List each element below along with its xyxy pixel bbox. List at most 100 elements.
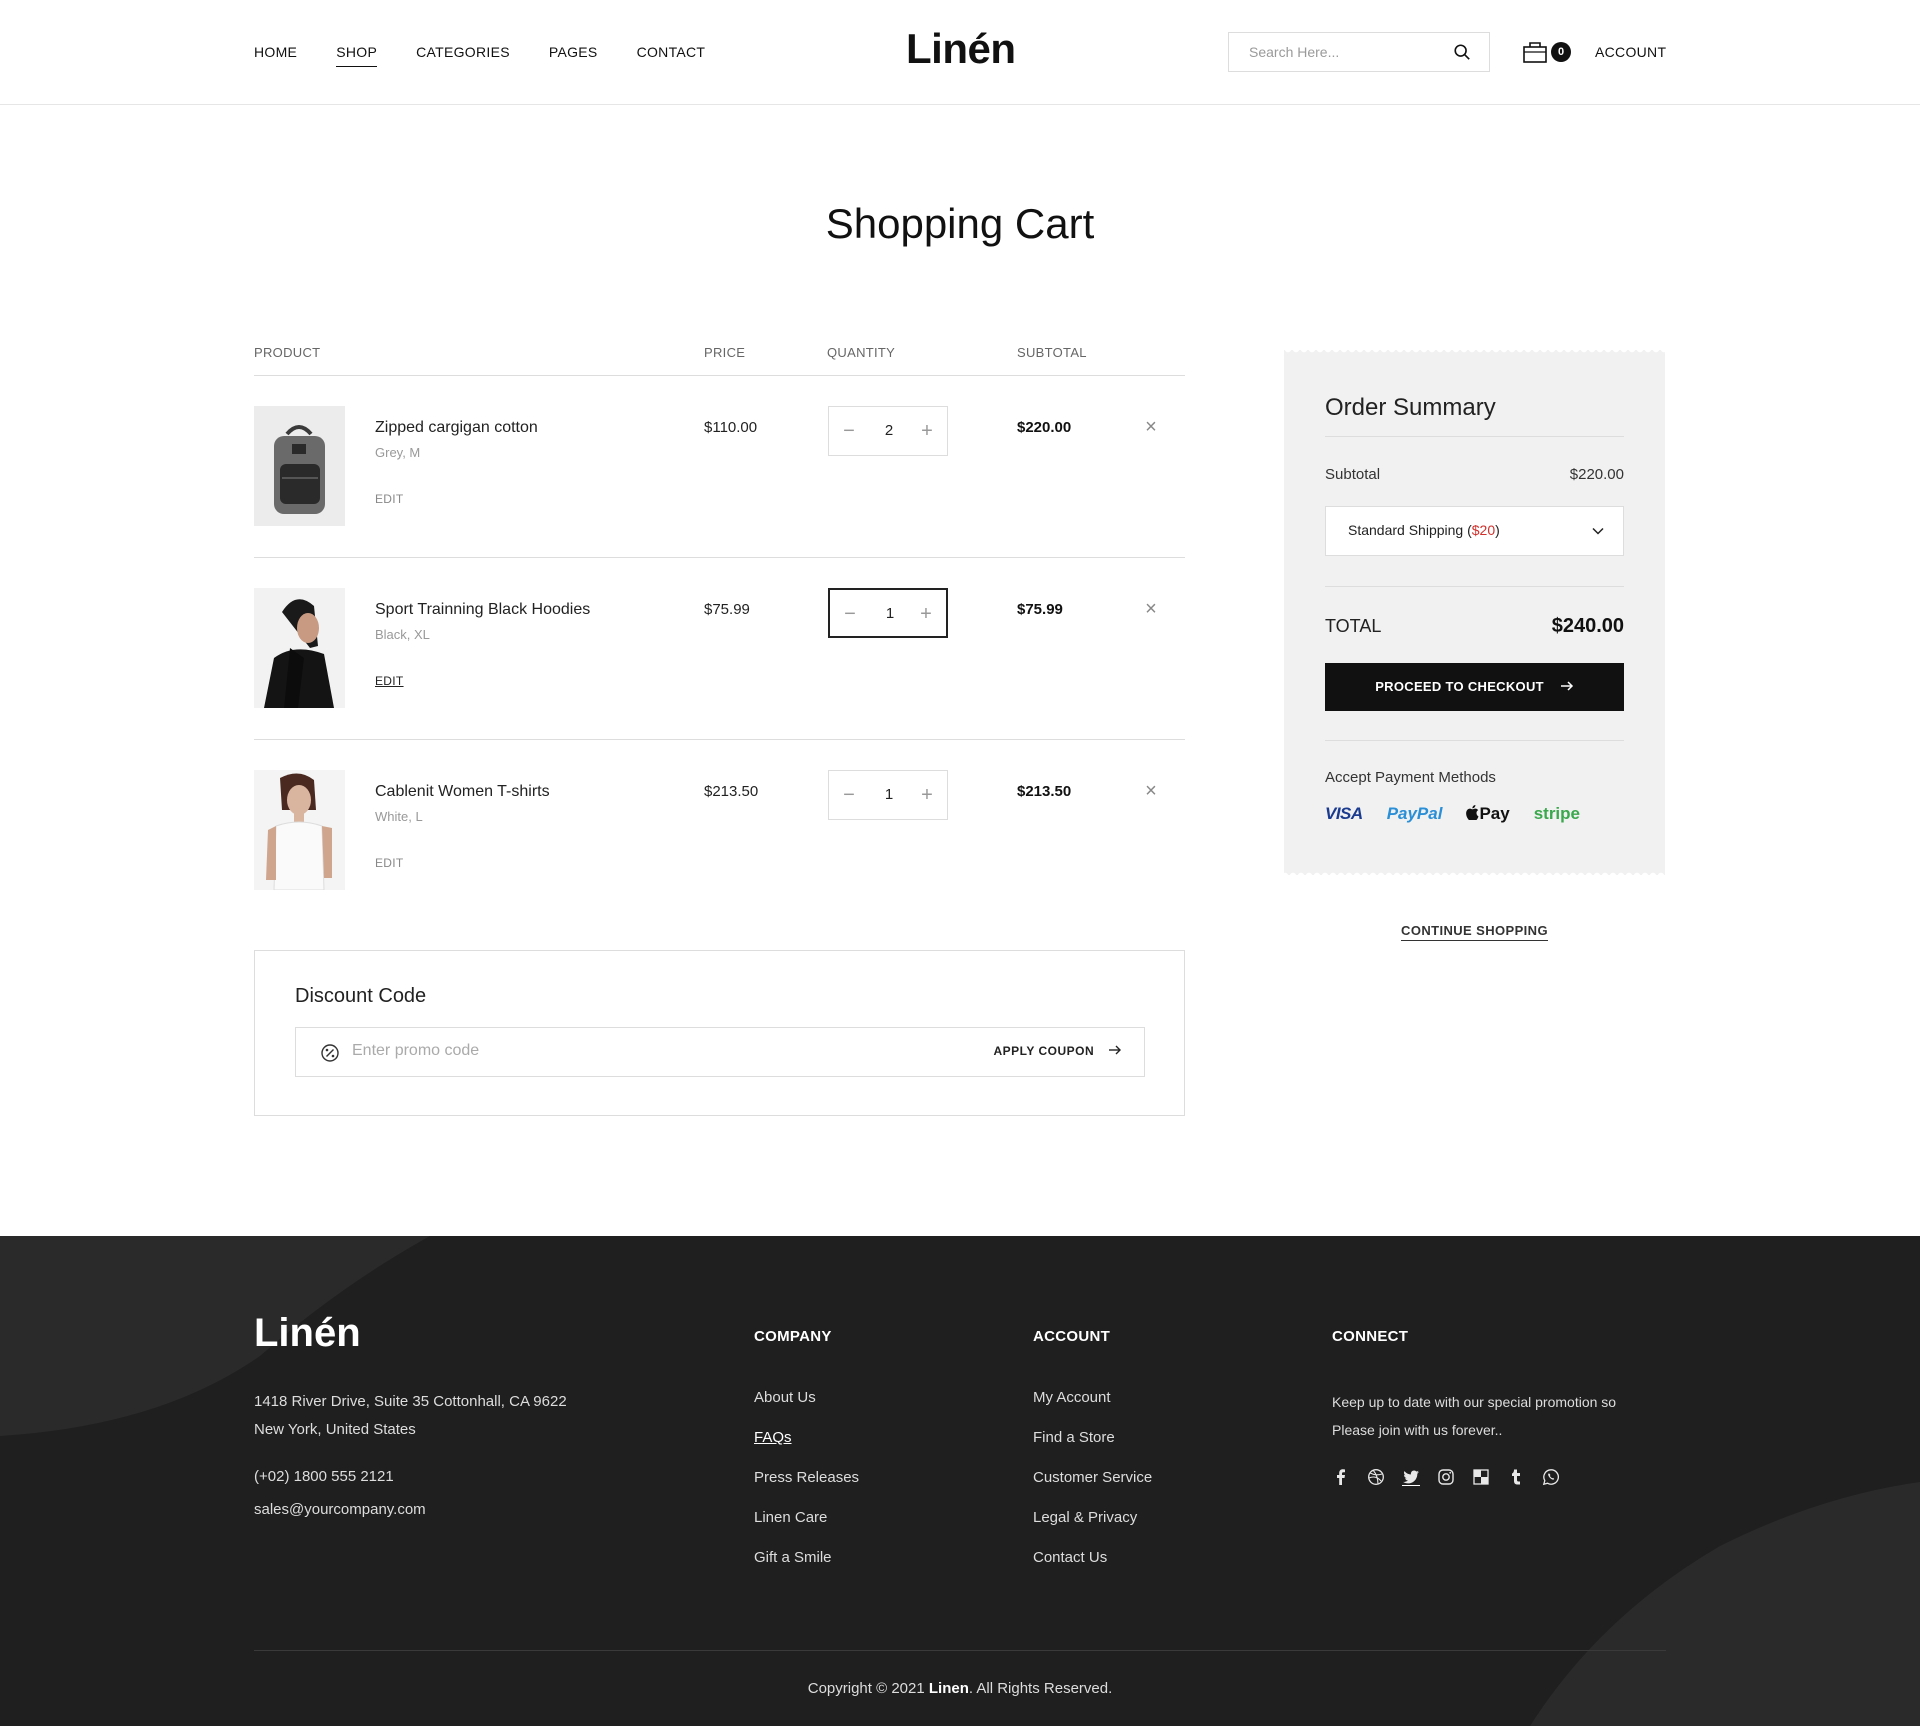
cart-row: Cablenit Women T-shirts White, L EDIT $2… [254,740,1185,922]
footer-copyright: Copyright © 2021 Linen. All Rights Reser… [807,1680,1113,1697]
footer-divider [254,1650,1666,1651]
subtotal-label: Subtotal [1325,466,1381,483]
tumblr-icon[interactable] [1507,1468,1525,1486]
increase-button[interactable]: + [916,603,936,625]
dribbble-icon[interactable] [1367,1468,1385,1486]
nav-contact[interactable]: CONTACT [637,44,706,67]
whatsapp-icon[interactable] [1542,1468,1560,1486]
quantity-stepper: − 2 + [828,406,948,456]
cart-count-badge: 0 [1551,42,1571,62]
footer-email[interactable]: sales@yourcompany.com [254,1501,426,1518]
percent-badge-icon [321,1044,339,1062]
cart-table-header: PRODUCT PRICE QUANTITY SUBTOTAL [254,345,1185,376]
footer-link[interactable]: Contact Us [1033,1549,1152,1589]
chevron-down-icon [1592,527,1604,535]
site-logo[interactable]: Linén [906,25,1016,73]
footer-account-title: ACCOUNT [1033,1328,1111,1345]
product-name[interactable]: Sport Trainning Black Hoodies [375,601,590,619]
search-icon[interactable] [1453,43,1471,61]
cart-row: Zipped cargigan cotton Grey, M EDIT $110… [254,376,1185,558]
facebook-icon[interactable] [1332,1468,1350,1486]
promo-field: APPLY COUPON [295,1027,1145,1077]
quantity-stepper: − 1 + [828,770,948,820]
decrease-button[interactable]: − [839,420,859,442]
footer-connect-text: Keep up to date with our special promoti… [1332,1394,1617,1438]
site-footer: Linén 1418 River Drive, Suite 35 Cottonh… [0,1236,1920,1726]
footer-link[interactable]: My Account [1033,1389,1152,1429]
shipping-price: $20 [1471,522,1496,538]
nav-shop[interactable]: SHOP [336,44,378,67]
twitter-icon[interactable] [1402,1468,1420,1486]
nav-home[interactable]: HOME [254,44,297,67]
footer-link[interactable]: Find a Store [1033,1429,1152,1469]
product-name[interactable]: Cablenit Women T-shirts [375,783,550,801]
footer-company-title: COMPANY [754,1328,832,1345]
proceed-to-checkout-button[interactable]: PROCEED TO CHECKOUT [1325,663,1624,711]
product-variant: Black, XL [375,627,430,642]
apply-coupon-button[interactable]: APPLY COUPON [993,1044,1122,1058]
squares-icon[interactable] [1472,1468,1490,1486]
search-box [1228,32,1490,72]
quantity-value[interactable]: 1 [870,605,910,622]
quantity-stepper: − 1 + [828,588,948,638]
page-title: Shopping Cart [825,200,1095,247]
edit-link[interactable]: EDIT [375,492,404,506]
remove-item-button[interactable]: × [1141,780,1161,803]
footer-company-column: COMPANY About Us FAQs Press Releases Lin… [754,1328,859,1589]
nav-pages[interactable]: PAGES [549,44,598,67]
footer-logo[interactable]: Linén [254,1311,361,1356]
footer-link[interactable]: Customer Service [1033,1469,1152,1509]
total-label: TOTAL [1325,616,1382,636]
edit-link[interactable]: EDIT [375,674,404,688]
footer-link[interactable]: FAQs [754,1429,859,1469]
apple-pay-label: Pay [1479,804,1510,823]
continue-shopping-link[interactable]: CONTINUE SHOPPING [1401,923,1548,941]
remove-item-button[interactable]: × [1141,598,1161,621]
product-image-backpack[interactable] [254,406,345,526]
increase-button[interactable]: + [917,784,937,806]
product-image-tshirt[interactable] [254,770,345,890]
payment-logos: VISA PayPal Pay stripe [1325,804,1580,824]
shipping-option: Standard Shipping ($20) [1348,522,1500,538]
product-subtotal: $75.99 [1017,601,1063,618]
increase-button[interactable]: + [917,420,937,442]
promo-code-input[interactable] [352,1042,852,1060]
checkout-label: PROCEED TO CHECKOUT [1375,679,1544,694]
product-name[interactable]: Zipped cargigan cotton [375,419,538,437]
summary-title: Order Summary [1325,394,1496,421]
product-image-hoodie[interactable] [254,588,345,708]
footer-link[interactable]: Press Releases [754,1469,859,1509]
search-input[interactable] [1249,44,1449,60]
remove-item-button[interactable]: × [1141,416,1161,439]
arrow-right-icon [1560,681,1573,691]
paypal-logo: PayPal [1386,804,1443,823]
footer-link[interactable]: Legal & Privacy [1033,1509,1152,1549]
total-value: $240.00 [1551,615,1624,637]
shipping-label: Standard Shipping ( [1348,522,1472,538]
nav-categories[interactable]: CATEGORIES [416,44,510,67]
discount-title: Discount Code [295,985,427,1007]
product-price: $75.99 [704,601,750,618]
shipping-select[interactable]: Standard Shipping ($20) [1325,506,1624,556]
decrease-button[interactable]: − [840,603,860,625]
shipping-close: ) [1495,522,1500,538]
quantity-value[interactable]: 1 [869,786,909,803]
account-link[interactable]: ACCOUNT [1595,44,1666,60]
footer-phone[interactable]: (+02) 1800 555 2121 [254,1468,394,1485]
shopping-bag-icon[interactable] [1522,40,1548,64]
footer-link[interactable]: About Us [754,1389,859,1429]
edit-link[interactable]: EDIT [375,856,404,870]
apple-pay-logo: Pay [1466,804,1510,824]
footer-link[interactable]: Linen Care [754,1509,859,1549]
footer-link[interactable]: Gift a Smile [754,1549,859,1589]
subtotal-value: $220.00 [1569,466,1624,483]
footer-account-column: ACCOUNT My Account Find a Store Customer… [1033,1328,1152,1589]
product-variant: White, L [375,809,423,824]
arrow-right-icon [1109,1045,1121,1055]
column-quantity: QUANTITY [827,345,896,360]
decrease-button[interactable]: − [839,784,859,806]
instagram-icon[interactable] [1437,1468,1455,1486]
main-nav: HOME SHOP CATEGORIES PAGES CONTACT [254,44,705,67]
quantity-value[interactable]: 2 [869,422,909,439]
column-product: PRODUCT [254,345,321,360]
